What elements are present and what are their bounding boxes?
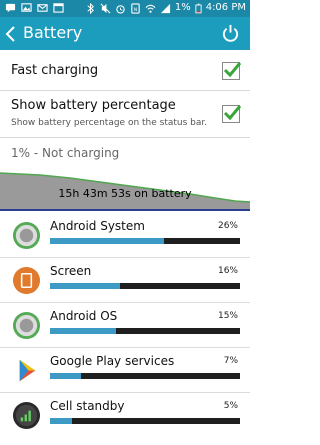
google-play-services-icon [19,359,36,382]
fast-charging-checkbox[interactable] [222,62,242,80]
mute-icon [100,3,111,13]
checkmark-icon [223,62,242,78]
show-percentage-checkbox[interactable] [222,105,242,123]
battery-icon [195,3,202,13]
status-bar: N 1% 4:06 PM [0,0,250,17]
app-percent: 5% [223,401,238,411]
fast-charging-label: Fast charging [11,63,99,78]
app-name: Google Play services [50,354,175,368]
usage-bar-track [50,373,240,379]
back-chevron-icon[interactable] [4,25,18,43]
app-percent: 15% [217,311,238,321]
gmail-icon [37,4,48,12]
cell-standby-icon [12,401,41,430]
screen-icon [12,266,41,295]
on-battery-duration: 15h 43m 53s on battery [58,187,192,200]
graph-baseline [0,209,250,211]
checkmark-icon [223,105,242,121]
usage-bar-track [50,328,240,334]
battery-status-text: 1% - Not charging [11,146,120,160]
usage-bar-track [50,238,240,244]
battery-percent-text: 1% [174,2,191,13]
messages-icon [5,3,16,13]
usage-bar-fill [50,238,164,244]
bluetooth-icon [87,2,94,14]
app-percent: 7% [223,356,238,366]
app-name: Cell standby [50,399,125,413]
app-name: Screen [50,264,92,278]
app-percent: 26% [217,221,238,231]
usage-bar-track [50,283,240,289]
wifi-icon [145,4,156,13]
app-name: Android OS [50,309,118,323]
list-item[interactable]: Google Play services 7% [0,348,250,393]
usage-bar-fill [50,283,121,289]
usage-bar-fill [50,328,116,334]
app-percent: 16% [217,266,238,276]
nfc-icon: N [131,2,140,14]
clock-text: 4:06 PM [205,2,246,13]
usage-bar-track [50,418,240,424]
show-percentage-label: Show battery percentage [11,98,176,113]
list-item[interactable]: Cell standby 5% [0,393,250,445]
android-os-icon [12,311,41,340]
svg-text:N: N [134,6,137,12]
android-system-icon [12,221,41,250]
signal-icon [160,3,170,13]
alarm-icon [116,4,125,14]
action-bar: Battery [0,17,250,50]
calendar-icon [53,3,64,13]
fast-charging-row[interactable]: Fast charging [0,50,250,91]
usage-bar-fill [50,373,81,379]
image-icon [21,3,32,12]
list-item[interactable]: Screen 16% [0,258,250,303]
show-percentage-description: Show battery percentage on the status ba… [11,118,208,128]
power-saving-icon[interactable] [221,24,240,43]
usage-bar-fill [50,418,72,424]
show-battery-percentage-row[interactable]: Show battery percentage Show battery per… [0,91,250,138]
list-item[interactable]: Android OS 15% [0,303,250,348]
app-name: Android System [50,219,145,233]
page-title: Battery [23,23,83,42]
list-item[interactable]: Android System 26% [0,213,250,258]
